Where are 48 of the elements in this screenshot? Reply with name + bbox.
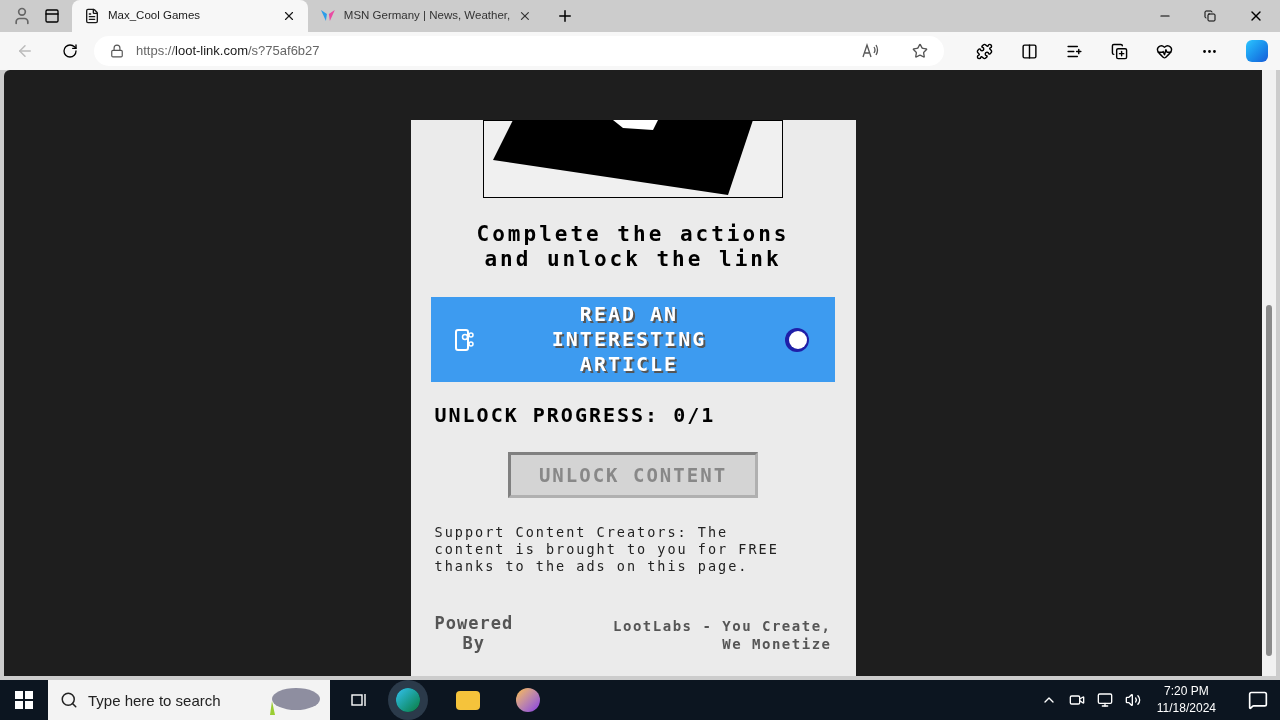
powered-by-text: Powered	[434, 613, 514, 633]
tab-actions-icon[interactable]	[44, 8, 60, 24]
camera-icon[interactable]	[1068, 692, 1085, 708]
restore-icon[interactable]	[1204, 10, 1216, 22]
support-text: content is brought to you for FREE	[434, 541, 779, 558]
extensions-icon[interactable]	[976, 42, 993, 60]
folder-icon[interactable]	[456, 690, 480, 710]
unlock-button: UNLOCK CONTENT	[508, 452, 758, 498]
copilot-icon[interactable]	[1246, 40, 1268, 62]
url-text: https://loot-link.com/s?75af6b27	[136, 42, 321, 61]
page-icon	[84, 8, 100, 24]
taskbar-search-field[interactable]: Type here to search	[48, 680, 330, 720]
tab-title: Max_Cool Games	[108, 8, 202, 24]
butterfly-icon	[320, 9, 336, 23]
scrollbar[interactable]	[1262, 70, 1276, 676]
task-label: READ AN INTERESTING ARTICLE	[550, 302, 708, 377]
share-icon	[455, 328, 475, 351]
notifications-icon[interactable]	[1248, 690, 1268, 710]
clock-date: 11/18/2024	[1156, 700, 1216, 717]
volume-icon[interactable]	[1124, 692, 1141, 708]
profile-icon[interactable]	[12, 6, 32, 26]
address-bar[interactable]: https://loot-link.com/s?75af6b27	[94, 36, 944, 66]
task-view-icon[interactable]	[350, 691, 368, 709]
clock-time: 7:20 PM	[1164, 683, 1209, 700]
support-text: thanks to the ads on this page.	[434, 558, 750, 575]
browser-tab[interactable]: Max_Cool Games	[72, 0, 308, 32]
browser-tab[interactable]: MSN Germany | News, Weather,	[308, 0, 544, 32]
heading-line: Complete the actions	[476, 222, 790, 247]
support-text: Support Content Creators: The	[434, 524, 730, 541]
favorite-star-icon[interactable]	[912, 43, 928, 59]
close-icon[interactable]	[282, 9, 296, 23]
search-icon	[60, 691, 78, 709]
progress-text: UNLOCK PROGRESS: 0/1	[434, 402, 716, 429]
new-tab-icon[interactable]	[556, 7, 574, 25]
lock-icon	[110, 44, 124, 58]
heading-line: and unlock the link	[484, 247, 782, 272]
tab-title: MSN Germany | News, Weather,	[343, 8, 511, 24]
tagline-text: We Monetize	[722, 635, 832, 653]
windows-icon[interactable]	[15, 691, 33, 709]
network-icon[interactable]	[1096, 692, 1113, 708]
read-aloud-icon[interactable]	[862, 43, 880, 59]
tagline-text: LootLabs - You Create,	[613, 617, 832, 635]
powered-by-text: By	[462, 633, 486, 653]
reload-icon[interactable]	[62, 43, 78, 59]
health-icon[interactable]	[1156, 42, 1173, 60]
collections-icon[interactable]	[1111, 42, 1128, 60]
close-icon[interactable]	[518, 9, 532, 23]
split-screen-icon[interactable]	[1021, 42, 1038, 60]
